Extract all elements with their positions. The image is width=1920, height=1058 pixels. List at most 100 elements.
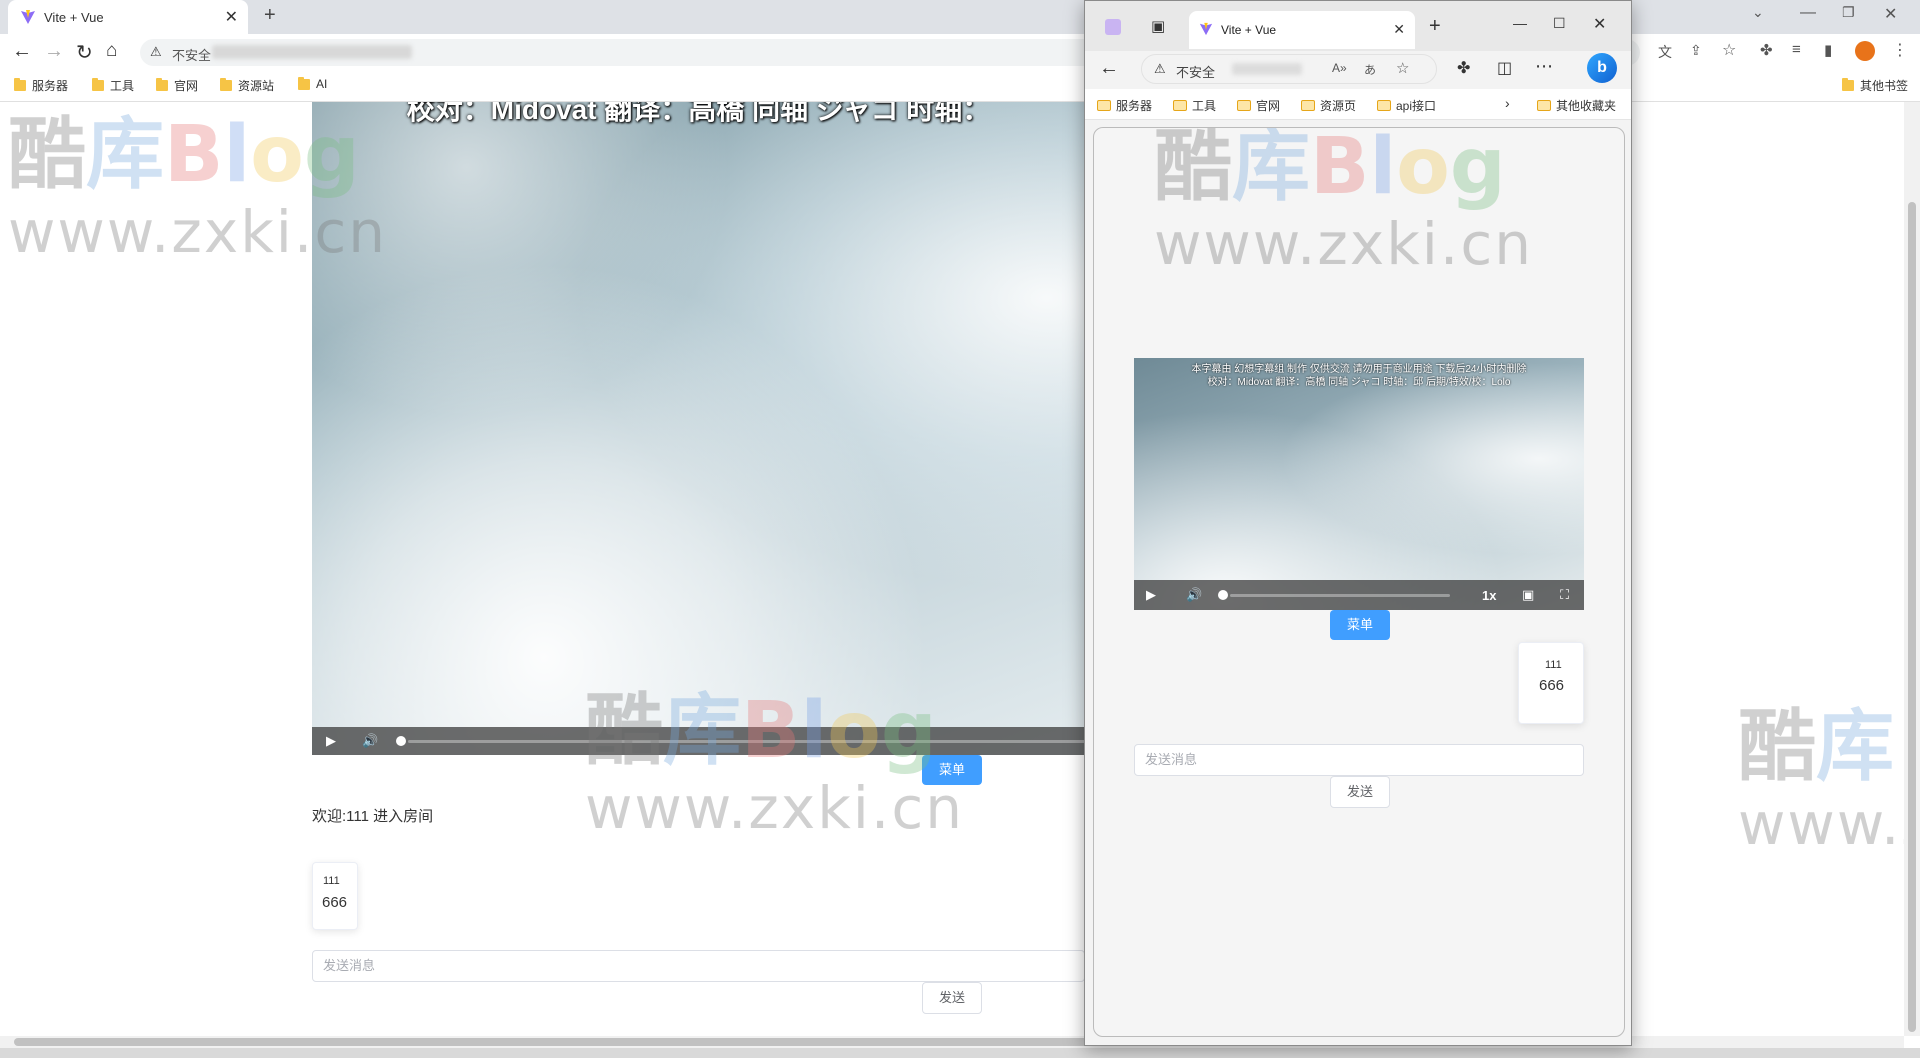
split-screen-icon[interactable]: ◫	[1497, 58, 1512, 78]
watermark: 酷库Blog www.zxki.cn	[1154, 127, 1533, 278]
folder-icon	[156, 78, 168, 91]
tab-search-icon[interactable]: ⌄	[1752, 4, 1764, 21]
bookmark-folder[interactable]: 工具	[92, 77, 134, 94]
new-tab-icon[interactable]: +	[1429, 15, 1441, 38]
extensions-icon[interactable]: ✤	[1457, 58, 1470, 78]
popup-tab[interactable]: Vite + Vue ✕	[1189, 11, 1415, 49]
fullscreen-icon[interactable]: ⛶	[1560, 580, 1569, 610]
folder-icon	[92, 78, 104, 91]
main-tab-close-icon[interactable]: ✕	[225, 7, 238, 27]
reload-icon[interactable]: ↻	[76, 40, 93, 65]
scrollbar-thumb[interactable]	[1908, 202, 1916, 1032]
picture-in-picture-icon[interactable]: ▣	[1522, 580, 1534, 610]
volume-icon[interactable]: 🔊	[362, 727, 378, 755]
send-button[interactable]: 发送	[1330, 776, 1390, 808]
message-input[interactable]: 发送消息	[312, 950, 1085, 982]
speed-label[interactable]: 1x	[1482, 580, 1496, 610]
bookmark-folder[interactable]: 官网	[156, 77, 198, 94]
home-icon[interactable]: ⌂	[106, 40, 117, 62]
vertical-scrollbar[interactable]	[1904, 102, 1920, 1036]
back-icon[interactable]: ←	[12, 40, 32, 63]
workspace-icon[interactable]	[1105, 19, 1121, 35]
read-aloud-icon[interactable]: A»	[1332, 61, 1347, 75]
popup-tab-close-icon[interactable]: ✕	[1393, 21, 1405, 38]
blurred-url	[1232, 63, 1302, 75]
warning-icon: ⚠	[1154, 61, 1166, 76]
forward-icon[interactable]: →	[44, 40, 64, 63]
vite-logo-icon	[20, 9, 36, 25]
play-icon[interactable]: ▶	[326, 727, 336, 755]
warning-icon: ⚠	[150, 44, 162, 59]
vite-logo-icon	[1199, 22, 1213, 36]
send-button[interactable]: 发送	[922, 982, 982, 1014]
favorite-folder[interactable]: 官网	[1237, 97, 1280, 114]
translate-icon[interactable]: 文	[1658, 42, 1672, 62]
other-bookmarks[interactable]: 其他书签	[1842, 77, 1908, 94]
popup-address-bar[interactable]: ⚠ 不安全 A» あ ☆	[1141, 54, 1437, 84]
other-favorites[interactable]: 其他收藏夹	[1537, 97, 1616, 114]
folder-icon	[1301, 100, 1315, 111]
reading-list-icon[interactable]: ≡	[1792, 41, 1801, 58]
window-close-icon[interactable]: ✕	[1884, 4, 1897, 24]
watermark: 酷库 www.zxki.cn	[1738, 702, 1904, 858]
progress-knob[interactable]	[1218, 590, 1228, 600]
translate-icon[interactable]: あ	[1364, 61, 1376, 78]
menu-button[interactable]: 菜单	[922, 755, 982, 785]
progress-track[interactable]	[1230, 594, 1450, 597]
bookmark-folder[interactable]: 服务器	[14, 77, 68, 94]
more-icon[interactable]: ⋯	[1535, 56, 1553, 77]
main-tab[interactable]: Vite + Vue ✕	[8, 0, 248, 34]
favorite-folder[interactable]: 工具	[1173, 97, 1216, 114]
message-user: 111	[1545, 659, 1562, 671]
minimize-icon[interactable]: —	[1800, 4, 1816, 22]
favorite-folder[interactable]: api接口	[1377, 97, 1436, 114]
favorite-icon[interactable]: ☆	[1396, 59, 1409, 77]
message-card: 111 666	[1518, 642, 1584, 724]
video-controls: ▶ 🔊	[312, 727, 1085, 755]
bookmark-star-icon[interactable]: ☆	[1722, 40, 1736, 60]
popup-browser-window: ▣ Vite + Vue ✕ + — ☐ ✕ ← ⚠ 不安全 A» あ ☆ ✤ …	[1084, 0, 1632, 1046]
taskbar	[0, 1048, 1920, 1058]
message-card: 111 666	[312, 862, 358, 930]
folder-icon	[1097, 100, 1111, 111]
favorites-overflow-icon[interactable]: ›	[1505, 95, 1510, 111]
favorite-folder[interactable]: 资源页	[1301, 97, 1356, 114]
chrome-menu-icon[interactable]: ⋮	[1892, 40, 1908, 60]
blurred-url	[212, 45, 412, 59]
folder-icon	[1377, 100, 1391, 111]
share-icon[interactable]: ⇪	[1690, 42, 1702, 59]
popup-tab-title: Vite + Vue	[1221, 23, 1277, 37]
extensions-icon[interactable]: ✤	[1760, 41, 1773, 59]
progress-track[interactable]	[408, 740, 1085, 743]
volume-icon[interactable]: 🔊	[1186, 580, 1202, 610]
side-panel-icon[interactable]: ▮	[1824, 41, 1832, 59]
vertical-tabs-icon[interactable]: ▣	[1151, 17, 1165, 35]
message-input[interactable]: 发送消息	[1134, 744, 1584, 776]
bookmark-folder[interactable]: AI	[298, 76, 327, 91]
message-text: 666	[1539, 677, 1565, 694]
progress-knob[interactable]	[396, 736, 406, 746]
window-close-icon[interactable]: ✕	[1593, 14, 1606, 34]
profile-avatar[interactable]	[1855, 41, 1875, 61]
popup-video-player[interactable]: 本字幕由 幻想字幕组 制作 仅供交流 请勿用于商业用途 下载后24小时内删除 校…	[1134, 358, 1584, 610]
folder-icon	[1842, 78, 1854, 91]
play-icon[interactable]: ▶	[1146, 580, 1156, 610]
maximize-icon[interactable]: ☐	[1553, 15, 1566, 32]
security-label: 不安全	[172, 48, 212, 63]
menu-button[interactable]: 菜单	[1330, 610, 1390, 640]
bing-chat-icon[interactable]: b	[1587, 53, 1617, 83]
back-icon[interactable]: ←	[1099, 57, 1119, 80]
new-tab-icon[interactable]: +	[264, 4, 276, 27]
main-bookmarks-bar: 服务器 工具 官网 资源站 AI 其他书签	[0, 70, 1920, 102]
favorite-folder[interactable]: 服务器	[1097, 97, 1152, 114]
bookmark-folder[interactable]: 资源站	[220, 77, 274, 94]
video-subtitle-line2: 校对：Midovat 翻译：高橋 同轴 ジャコ 时轴：邱 后期/特效/校：Lol…	[1207, 377, 1511, 388]
video-controls: ▶ 🔊 1x ▣ ⛶	[1134, 580, 1584, 610]
main-video-player[interactable]: 校对：Midovat 翻译：高橋 同轴 ジャコ 时轴： ▶ 🔊	[312, 102, 1085, 755]
security-label: 不安全	[1176, 65, 1216, 80]
minimize-icon[interactable]: —	[1513, 15, 1527, 31]
restore-icon[interactable]: ❐	[1842, 4, 1855, 21]
folder-icon	[1173, 100, 1187, 111]
popup-favorites-bar: 服务器 工具 官网 资源页 api接口 › 其他收藏夹	[1085, 89, 1631, 120]
message-user: 111	[323, 875, 340, 887]
